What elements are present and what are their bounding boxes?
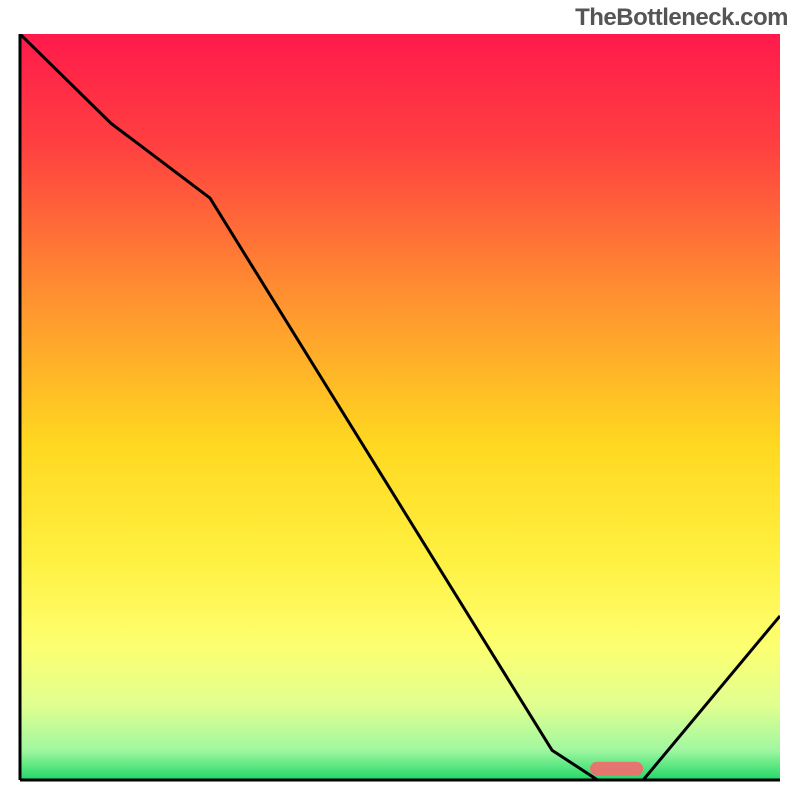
optimal-marker — [590, 762, 643, 776]
chart-container: TheBottleneck.com — [0, 0, 800, 800]
bottleneck-chart-svg — [18, 34, 782, 782]
watermark-text: TheBottleneck.com — [575, 4, 788, 32]
gradient-background — [20, 34, 780, 780]
plot-area — [18, 34, 782, 782]
